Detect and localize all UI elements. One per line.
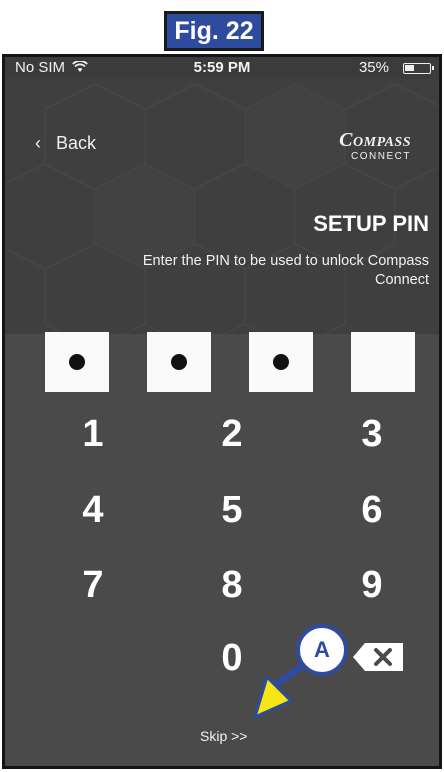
figure-label: Fig. 22 bbox=[164, 11, 264, 51]
callout-a: A bbox=[296, 624, 348, 676]
phone-screen: No SIM 5:59 PM 35% ‹ Back COMPASS CONNEC… bbox=[2, 54, 442, 769]
annotation-arrow bbox=[253, 655, 317, 719]
